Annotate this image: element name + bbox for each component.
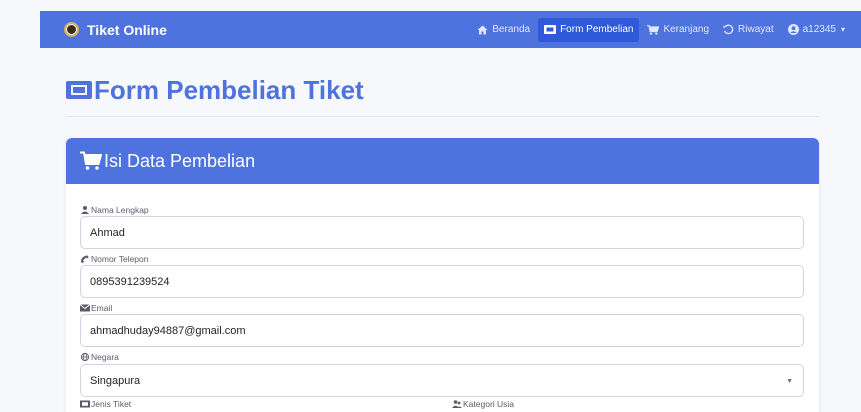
page-title-text: Form Pembelian Tiket: [94, 74, 364, 105]
globe-icon: [80, 353, 90, 361]
nav-item-label: Beranda: [492, 24, 531, 35]
history-icon: [723, 24, 734, 35]
home-icon: [477, 25, 488, 35]
label-nomor-telepon: Nomor Telepon: [80, 254, 149, 264]
envelope-icon: [80, 304, 90, 312]
cart-icon: [80, 151, 102, 170]
users-icon: [81, 206, 89, 214]
input-value: ahmadhuday94887@gmail.com: [90, 324, 246, 337]
page-title: Form Pembelian Tiket: [66, 70, 364, 110]
nav-item-label: Form Pembelian: [560, 24, 634, 35]
nav-item-label: Riwayat: [738, 24, 774, 35]
phone-icon: [81, 255, 89, 263]
label-text: Nama Lengkap: [91, 205, 149, 215]
ticket-icon: [66, 81, 92, 99]
nomor-telepon-input[interactable]: 0895391239524: [80, 265, 804, 298]
brand-logo-icon: [64, 22, 79, 37]
negara-select[interactable]: Singapura ▼: [80, 364, 804, 397]
divider: [66, 116, 819, 117]
ticket-icon: [544, 25, 557, 34]
brand[interactable]: Tiket Online: [64, 11, 167, 48]
nav-item-label: Keranjang: [663, 24, 710, 35]
nav-item-user-dropdown[interactable]: a12345 ▾: [782, 18, 851, 42]
label-text: Nomor Telepon: [91, 254, 149, 264]
nama-lengkap-input[interactable]: Ahmad: [80, 216, 804, 249]
nav-item-keranjang[interactable]: Keranjang: [641, 18, 715, 42]
label-email: Email: [80, 303, 112, 313]
nav-item-riwayat[interactable]: Riwayat: [717, 18, 780, 42]
nav-item-label: a12345: [802, 24, 836, 35]
ticket-icon: [80, 400, 90, 408]
label-text: Kategori Usia: [463, 399, 515, 409]
email-input[interactable]: ahmadhuday94887@gmail.com: [80, 314, 804, 347]
caret-down-icon: ▾: [840, 25, 845, 34]
nav-item-beranda[interactable]: Beranda: [471, 18, 536, 42]
label-text: Negara: [91, 352, 119, 362]
card-header-title: Isi Data Pembelian: [104, 150, 256, 171]
users-icon: [452, 400, 462, 408]
purchase-form-card: Isi Data Pembelian Nama Lengkap Ahmad No…: [66, 138, 819, 412]
nav-item-form-pembelian[interactable]: Form Pembelian: [538, 17, 640, 42]
card-header: Isi Data Pembelian: [66, 138, 819, 184]
label-text: Email: [91, 303, 113, 313]
nav-menu: Beranda Form Pembelian Keranjang Riwayat…: [469, 11, 861, 48]
input-value: Ahmad: [90, 226, 125, 239]
input-value: 0895391239524: [90, 275, 170, 288]
chevron-down-icon: ▼: [786, 378, 793, 385]
label-kategori-usia: Kategori Usia: [452, 399, 514, 409]
brand-name: Tiket Online: [87, 21, 167, 38]
select-value: Singapura: [90, 374, 141, 387]
navbar: Tiket Online Beranda Form Pembelian Kera…: [40, 11, 861, 48]
label-jenis-tiket: Jenis Tiket: [80, 399, 131, 409]
label-negara: Negara: [80, 352, 119, 362]
user-circle-icon: [787, 24, 799, 35]
label-text: Jenis Tiket: [91, 399, 132, 409]
cart-icon: [647, 24, 660, 35]
label-nama-lengkap: Nama Lengkap: [80, 205, 149, 215]
